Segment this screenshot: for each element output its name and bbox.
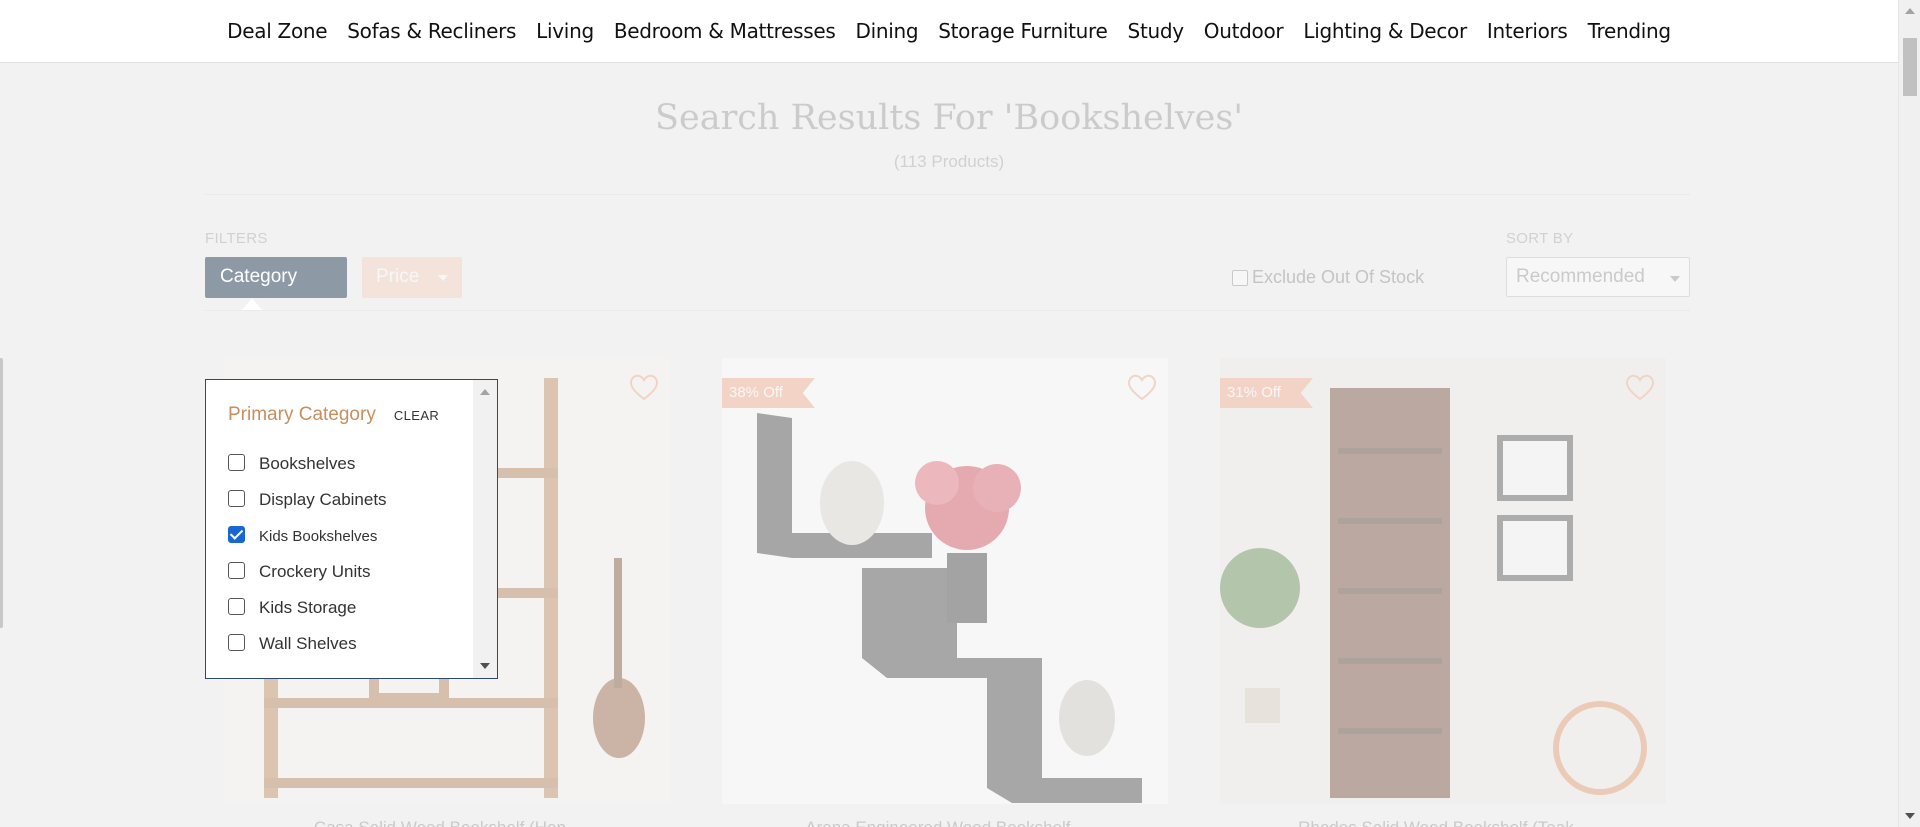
product-count: (113 Products) [893, 152, 1005, 171]
clear-button[interactable]: CLEAR [394, 408, 439, 423]
product-image [1220, 358, 1666, 804]
product-name[interactable]: Rhodes Solid Wood Bookshelf (Teak... [1220, 818, 1666, 827]
top-navigation: Deal Zone Sofas & Recliners Living Bedro… [0, 0, 1898, 63]
nav-outdoor[interactable]: Outdoor [1194, 19, 1294, 43]
scrollbar-thumb[interactable] [1903, 38, 1917, 96]
side-tab[interactable] [0, 358, 3, 628]
category-option-label: Wall Shelves [259, 634, 357, 653]
product-name[interactable]: Arena Engineered Wood Bookshelf... [722, 818, 1168, 827]
divider [205, 194, 1690, 195]
scroll-up-icon[interactable] [480, 389, 490, 395]
nav-trending[interactable]: Trending [1578, 19, 1681, 43]
product-card[interactable]: 38% Off [722, 358, 1168, 804]
category-option-display-cabinets[interactable]: Display Cabinets [228, 482, 387, 518]
category-filter-label: Category [220, 266, 298, 287]
nav-study[interactable]: Study [1118, 19, 1194, 43]
category-dropdown: Primary Category CLEAR Bookshelves Displ… [205, 379, 498, 679]
category-option-kids-storage[interactable]: Kids Storage [228, 590, 387, 626]
heart-icon[interactable] [628, 372, 660, 402]
dropdown-pointer [242, 298, 262, 310]
sort-selected-value: Recommended [1516, 266, 1645, 287]
category-option-label: Kids Storage [259, 598, 357, 617]
nav-deal-zone[interactable]: Deal Zone [217, 19, 337, 43]
category-option-crockery-units[interactable]: Crockery Units [228, 554, 387, 590]
filters-label: FILTERS [205, 230, 268, 247]
product-card[interactable]: 31% Off [1220, 358, 1666, 804]
exclude-out-of-stock[interactable]: Exclude Out Of Stock [1232, 267, 1424, 288]
category-option-kids-bookshelves[interactable]: Kids Bookshelves [228, 518, 387, 554]
nav-storage-furniture[interactable]: Storage Furniture [928, 19, 1117, 43]
category-option-label: Kids Bookshelves [259, 527, 378, 545]
nav-living[interactable]: Living [526, 19, 604, 43]
scroll-down-icon[interactable] [480, 663, 490, 669]
category-filter-button[interactable]: Category [205, 257, 347, 298]
sort-by-label: SORT BY [1506, 230, 1574, 247]
product-name[interactable]: Casa Solid Wood Bookshelf (Hon... [224, 818, 670, 827]
heart-icon[interactable] [1126, 372, 1158, 402]
checkbox[interactable] [228, 561, 245, 579]
scroll-up-icon[interactable] [1905, 8, 1915, 14]
category-option-wall-shelves[interactable]: Wall Shelves [228, 626, 387, 662]
page-scrollbar[interactable] [1898, 0, 1920, 827]
category-option-label: Display Cabinets [259, 490, 387, 509]
checkbox[interactable] [228, 633, 245, 651]
heart-icon[interactable] [1624, 372, 1656, 402]
price-filter-label: Price [376, 266, 420, 287]
checkbox-checked[interactable] [228, 525, 245, 543]
product-image [722, 358, 1168, 804]
nav-sofas-recliners[interactable]: Sofas & Recliners [337, 19, 526, 43]
nav-dining[interactable]: Dining [845, 19, 928, 43]
scroll-down-icon[interactable] [1905, 813, 1915, 819]
category-option-label: Crockery Units [259, 562, 371, 581]
category-option-label: Bookshelves [259, 454, 356, 473]
exclude-out-of-stock-label: Exclude Out Of Stock [1252, 267, 1425, 287]
nav-interiors[interactable]: Interiors [1477, 19, 1578, 43]
dropdown-scrollbar[interactable] [473, 380, 497, 678]
primary-category-title: Primary Category [228, 404, 376, 425]
discount-badge: 31% Off [1220, 378, 1313, 408]
divider [205, 310, 1690, 311]
page-title: Search Results For 'Bookshelves' [655, 98, 1243, 138]
chevron-down-icon [438, 275, 448, 281]
category-dropdown-header: Primary Category CLEAR [228, 404, 439, 426]
checkbox[interactable] [228, 597, 245, 615]
nav-lighting-decor[interactable]: Lighting & Decor [1293, 19, 1477, 43]
chevron-down-icon [1670, 276, 1680, 282]
checkbox[interactable] [228, 453, 245, 471]
nav-bedroom-mattresses[interactable]: Bedroom & Mattresses [604, 19, 846, 43]
discount-badge: 38% Off [722, 378, 815, 408]
search-results-page: Search Results For 'Bookshelves' (113 Pr… [0, 64, 1898, 827]
sort-select[interactable]: Recommended [1506, 257, 1690, 297]
price-filter-button[interactable]: Price [362, 257, 462, 298]
checkbox[interactable] [228, 489, 245, 507]
category-options: Bookshelves Display Cabinets Kids Booksh… [228, 446, 387, 662]
category-option-bookshelves[interactable]: Bookshelves [228, 446, 387, 482]
exclude-out-of-stock-checkbox[interactable] [1232, 269, 1248, 286]
